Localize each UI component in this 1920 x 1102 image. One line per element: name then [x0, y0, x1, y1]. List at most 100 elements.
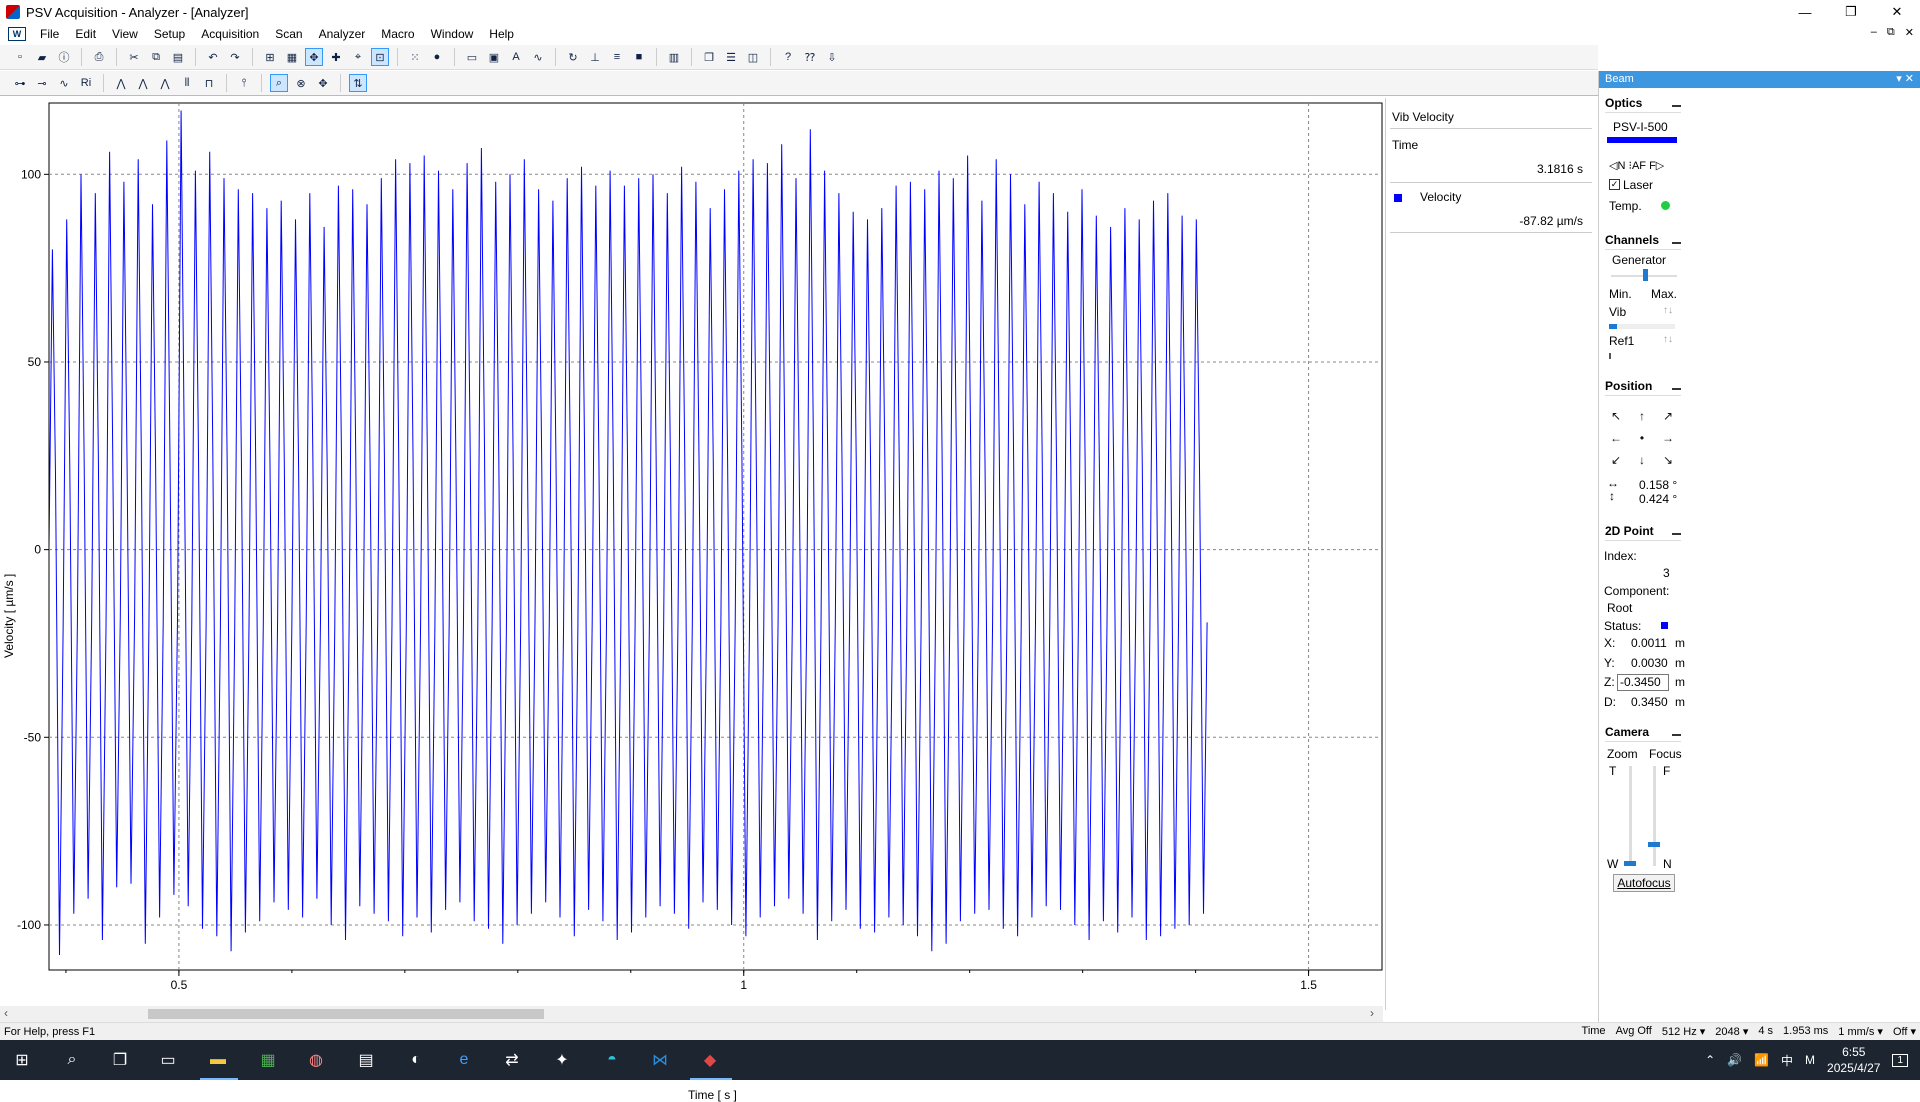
harmonic-cursor-icon[interactable]: ⦀ [179, 75, 195, 91]
move-icon[interactable]: ✥ [305, 48, 323, 66]
position-header[interactable]: Position [1605, 379, 1681, 396]
menu-setup[interactable]: Setup [146, 27, 193, 41]
zoom-reset-icon[interactable]: ⊗ [293, 75, 309, 91]
move-down-icon[interactable]: ↓ [1629, 449, 1655, 471]
task-view-icon[interactable]: ❐ [108, 1048, 132, 1072]
tree-icon[interactable]: ⊞ [262, 49, 278, 65]
ri-dropdown-icon[interactable]: Ri [78, 75, 94, 91]
grid-select-icon[interactable]: ⊡ [371, 48, 389, 66]
waveform-dropdown-icon[interactable]: ∿ [56, 75, 72, 91]
open-folder-icon[interactable]: ▰ [34, 49, 50, 65]
zoom-slider-thumb[interactable] [1624, 861, 1636, 866]
ref1-range-updown-icon[interactable]: ↑↓ [1663, 334, 1673, 345]
status-samples-select[interactable]: 2048 ▾ [1715, 1025, 1748, 1038]
channel-dropdown-icon[interactable]: ⊸ [34, 75, 50, 91]
cursor-1-icon[interactable]: ⋀ [113, 75, 129, 91]
point2d-header[interactable]: 2D Point [1605, 524, 1681, 541]
menu-edit[interactable]: Edit [67, 27, 104, 41]
maximize-button[interactable]: ❐ [1828, 0, 1874, 24]
move-right-icon[interactable]: → [1655, 427, 1681, 449]
center-icon[interactable]: • [1629, 427, 1655, 449]
menu-window[interactable]: Window [423, 27, 482, 41]
record-icon[interactable]: ● [429, 49, 445, 65]
print-icon[interactable]: ⎙ [91, 49, 107, 65]
remote-icon[interactable]: ⇄ [500, 1048, 524, 1072]
menu-file[interactable]: File [32, 27, 67, 41]
analyzer-logo-icon[interactable]: W [8, 27, 26, 41]
menu-scan[interactable]: Scan [267, 27, 310, 41]
pointer-icon[interactable]: ⌖ [350, 49, 366, 65]
status-filter-select[interactable]: Off ▾ [1893, 1025, 1916, 1038]
continuous-icon[interactable]: ≡ [609, 49, 625, 65]
psv-app-icon[interactable]: ◆ [698, 1048, 722, 1072]
ad-icon[interactable]: A [508, 49, 524, 65]
focus-slider-track[interactable] [1653, 766, 1656, 866]
tile-vertical-icon[interactable]: ◫ [745, 49, 761, 65]
undo-icon[interactable]: ↶ [205, 49, 221, 65]
cascade-windows-icon[interactable]: ❐ [701, 49, 717, 65]
tile-horizontal-icon[interactable]: ☰ [723, 49, 739, 65]
windows-start-icon[interactable]: ⊞ [10, 1048, 34, 1072]
velocity-chart[interactable]: -100 -50 0 50 100 0.5 1 1.5 [0, 98, 1383, 1010]
cursor-2-icon[interactable]: ⋀ [135, 75, 151, 91]
mdi-restore-button[interactable]: ⧉ [1887, 26, 1895, 39]
waveform-view-icon[interactable]: ▥ [666, 49, 682, 65]
menu-help[interactable]: Help [481, 27, 522, 41]
edge-icon[interactable]: ◓ [600, 1048, 624, 1072]
move-up-icon[interactable]: ↑ [1629, 405, 1655, 427]
ime-mode-icon[interactable]: M [1805, 1053, 1815, 1067]
menu-analyzer[interactable]: Analyzer [311, 27, 374, 41]
optics-header[interactable]: Optics [1605, 96, 1681, 113]
paste-icon[interactable]: ▤ [170, 49, 186, 65]
scroll-thumb[interactable] [148, 1009, 544, 1019]
single-shot-icon[interactable]: ⊥ [587, 49, 603, 65]
notification-icon[interactable]: 1 [1892, 1053, 1908, 1067]
input-method-icon[interactable]: 中 [1781, 1052, 1793, 1069]
context-help-icon[interactable]: ⁇ [802, 49, 818, 65]
tool-icon[interactable]: ✦ [550, 1048, 574, 1072]
marker-icon[interactable]: ⫯ [236, 75, 252, 91]
zoom-slider-track[interactable] [1629, 766, 1632, 866]
move-down-left-icon[interactable]: ↙ [1603, 449, 1629, 471]
zoom-icon[interactable]: ⌕ [270, 74, 288, 92]
menu-acquisition[interactable]: Acquisition [193, 27, 267, 41]
autoscale-icon[interactable]: ⇅ [349, 74, 367, 92]
band-cursor-icon[interactable]: ⊓ [201, 75, 217, 91]
link-dropdown-icon[interactable]: ⊶ [12, 75, 28, 91]
add-point-icon[interactable]: ✚ [328, 49, 344, 65]
optics-nav-icon[interactable]: ◁N ⁝AF F▷ [1609, 159, 1664, 172]
collapse-icon[interactable] [1672, 382, 1681, 390]
tray-expand-icon[interactable]: ⌃ [1705, 1053, 1715, 1067]
pan-icon[interactable]: ✥ [315, 75, 331, 91]
volume-icon[interactable]: 🔊 [1727, 1053, 1742, 1067]
move-down-right-icon[interactable]: ↘ [1655, 449, 1681, 471]
search-icon[interactable]: ⌕ [60, 1048, 84, 1072]
status-range-select[interactable]: 1 mm/s ▾ [1838, 1025, 1883, 1038]
new-file-icon[interactable]: ▫ [12, 49, 28, 65]
menu-macro[interactable]: Macro [373, 27, 422, 41]
collapse-icon[interactable] [1672, 728, 1681, 736]
channels-header[interactable]: Channels [1605, 233, 1681, 250]
scroll-right-icon[interactable]: › [1370, 1006, 1374, 1020]
media-icon[interactable]: ◐ [404, 1048, 428, 1072]
scroll-left-icon[interactable]: ‹ [4, 1006, 8, 1020]
clock[interactable]: 6:55 2025/4/27 [1827, 1044, 1880, 1076]
z-input[interactable]: -0.3450 [1617, 674, 1669, 691]
signal-icon[interactable]: ∿ [530, 49, 546, 65]
terminal-icon[interactable]: ▭ [156, 1048, 180, 1072]
beam-panel-controls[interactable]: ▾ ✕ [1896, 71, 1914, 88]
vib-range-updown-icon[interactable]: ↑↓ [1663, 305, 1673, 316]
refresh-icon[interactable]: ↻ [565, 49, 581, 65]
app-icon[interactable]: ◍ [304, 1048, 328, 1072]
help-icon[interactable]: ? [780, 49, 796, 65]
file-explorer-icon[interactable]: ▬ [206, 1048, 230, 1072]
focus-slider-thumb[interactable] [1648, 842, 1660, 847]
save-scan-icon[interactable]: ▣ [486, 49, 502, 65]
generator-slider-thumb[interactable] [1643, 269, 1648, 281]
open-scan-icon[interactable]: ▭ [464, 49, 480, 65]
status-bandwidth-select[interactable]: 512 Hz ▾ [1662, 1025, 1705, 1038]
copy-icon[interactable]: ⧉ [148, 49, 164, 65]
network-icon[interactable]: 📶 [1754, 1053, 1769, 1067]
move-up-right-icon[interactable]: ↗ [1655, 405, 1681, 427]
collapse-icon[interactable] [1672, 527, 1681, 535]
